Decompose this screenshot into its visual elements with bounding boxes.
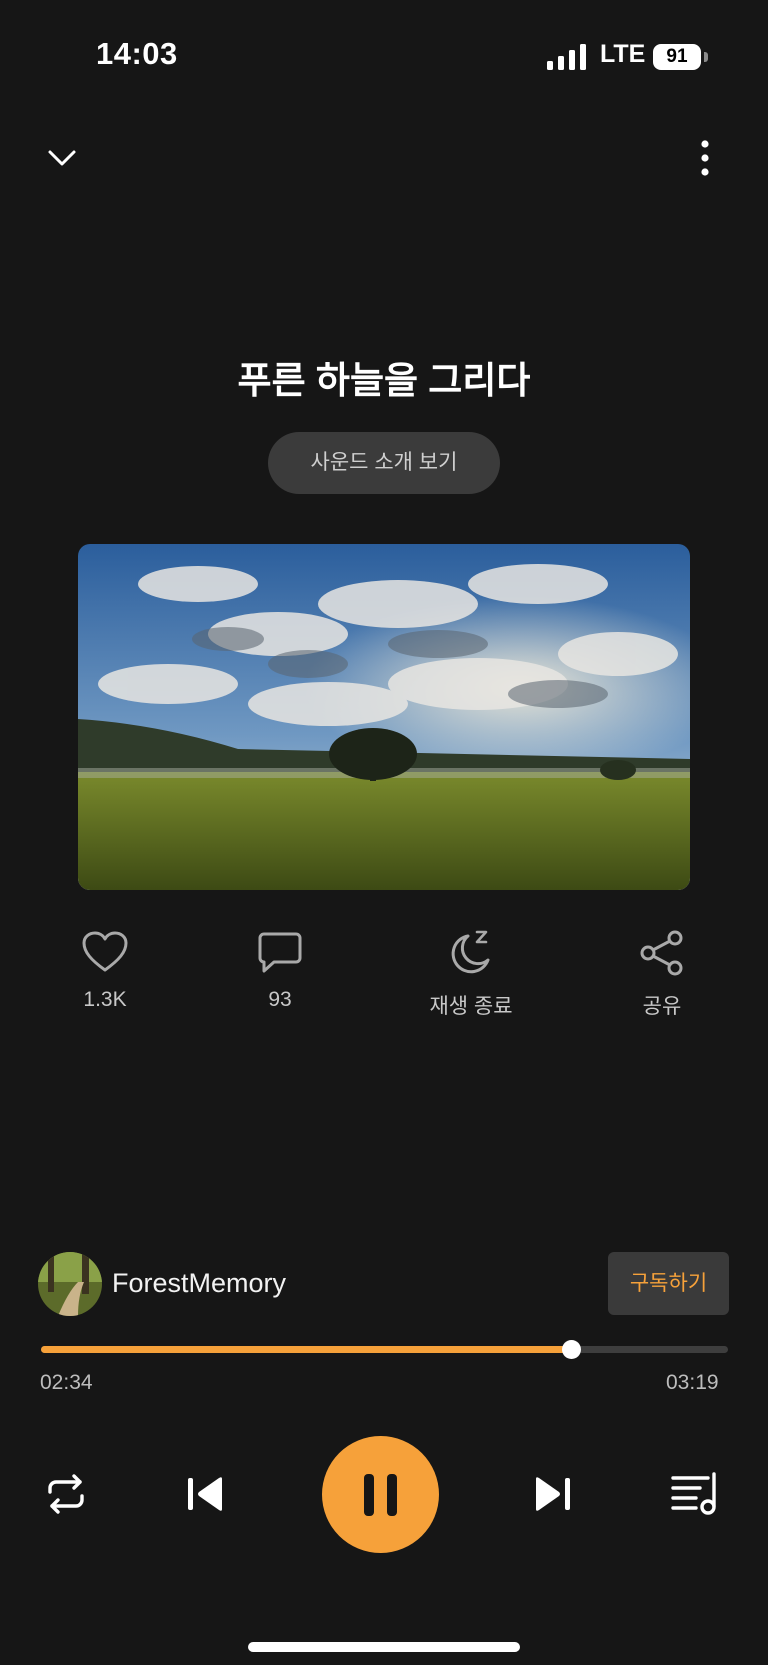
progress-bar[interactable] bbox=[41, 1340, 728, 1359]
sound-intro-button[interactable]: 사운드 소개 보기 bbox=[268, 432, 500, 494]
heart-icon bbox=[82, 931, 128, 972]
cover-artwork bbox=[78, 544, 690, 890]
pause-button[interactable] bbox=[322, 1436, 439, 1553]
current-time: 02:34 bbox=[40, 1371, 93, 1394]
like-count: 1.3K bbox=[83, 988, 127, 1011]
like-button[interactable]: 1.3K bbox=[45, 930, 165, 1012]
sleep-timer-label: 재생 종료 bbox=[429, 995, 513, 1018]
progress-thumb[interactable] bbox=[562, 1340, 582, 1359]
subscribe-button[interactable]: 구독하기 bbox=[608, 1252, 729, 1315]
share-label: 공유 bbox=[642, 995, 682, 1018]
pause-icon bbox=[364, 1474, 397, 1516]
comment-icon bbox=[258, 932, 302, 973]
creator-name[interactable]: ForestMemory bbox=[112, 1268, 286, 1299]
chevron-down-icon[interactable] bbox=[40, 138, 84, 178]
share-icon bbox=[640, 930, 683, 976]
track-title: 푸른 하늘을 그리다 bbox=[237, 360, 531, 401]
more-vertical-icon[interactable] bbox=[690, 138, 720, 182]
status-time: 14:03 bbox=[96, 36, 178, 71]
playlist-icon[interactable] bbox=[670, 1470, 722, 1518]
moon-sleep-icon bbox=[451, 930, 490, 974]
sleep-timer-button[interactable]: 재생 종료 bbox=[411, 930, 531, 1020]
cellular-signal-icon bbox=[547, 44, 586, 70]
battery-icon: 91 bbox=[653, 44, 708, 70]
skip-previous-icon[interactable] bbox=[184, 1472, 228, 1516]
comment-button[interactable]: 93 bbox=[220, 930, 340, 1012]
progress-fill bbox=[41, 1346, 572, 1353]
battery-level: 91 bbox=[653, 44, 701, 70]
creator-avatar[interactable] bbox=[38, 1252, 102, 1316]
repeat-icon[interactable] bbox=[42, 1470, 90, 1518]
skip-next-icon[interactable] bbox=[530, 1472, 574, 1516]
share-button[interactable]: 공유 bbox=[602, 930, 722, 1020]
comment-count: 93 bbox=[268, 988, 292, 1011]
network-label: LTE bbox=[600, 40, 646, 68]
total-time: 03:19 bbox=[666, 1371, 719, 1394]
home-indicator bbox=[248, 1642, 520, 1652]
